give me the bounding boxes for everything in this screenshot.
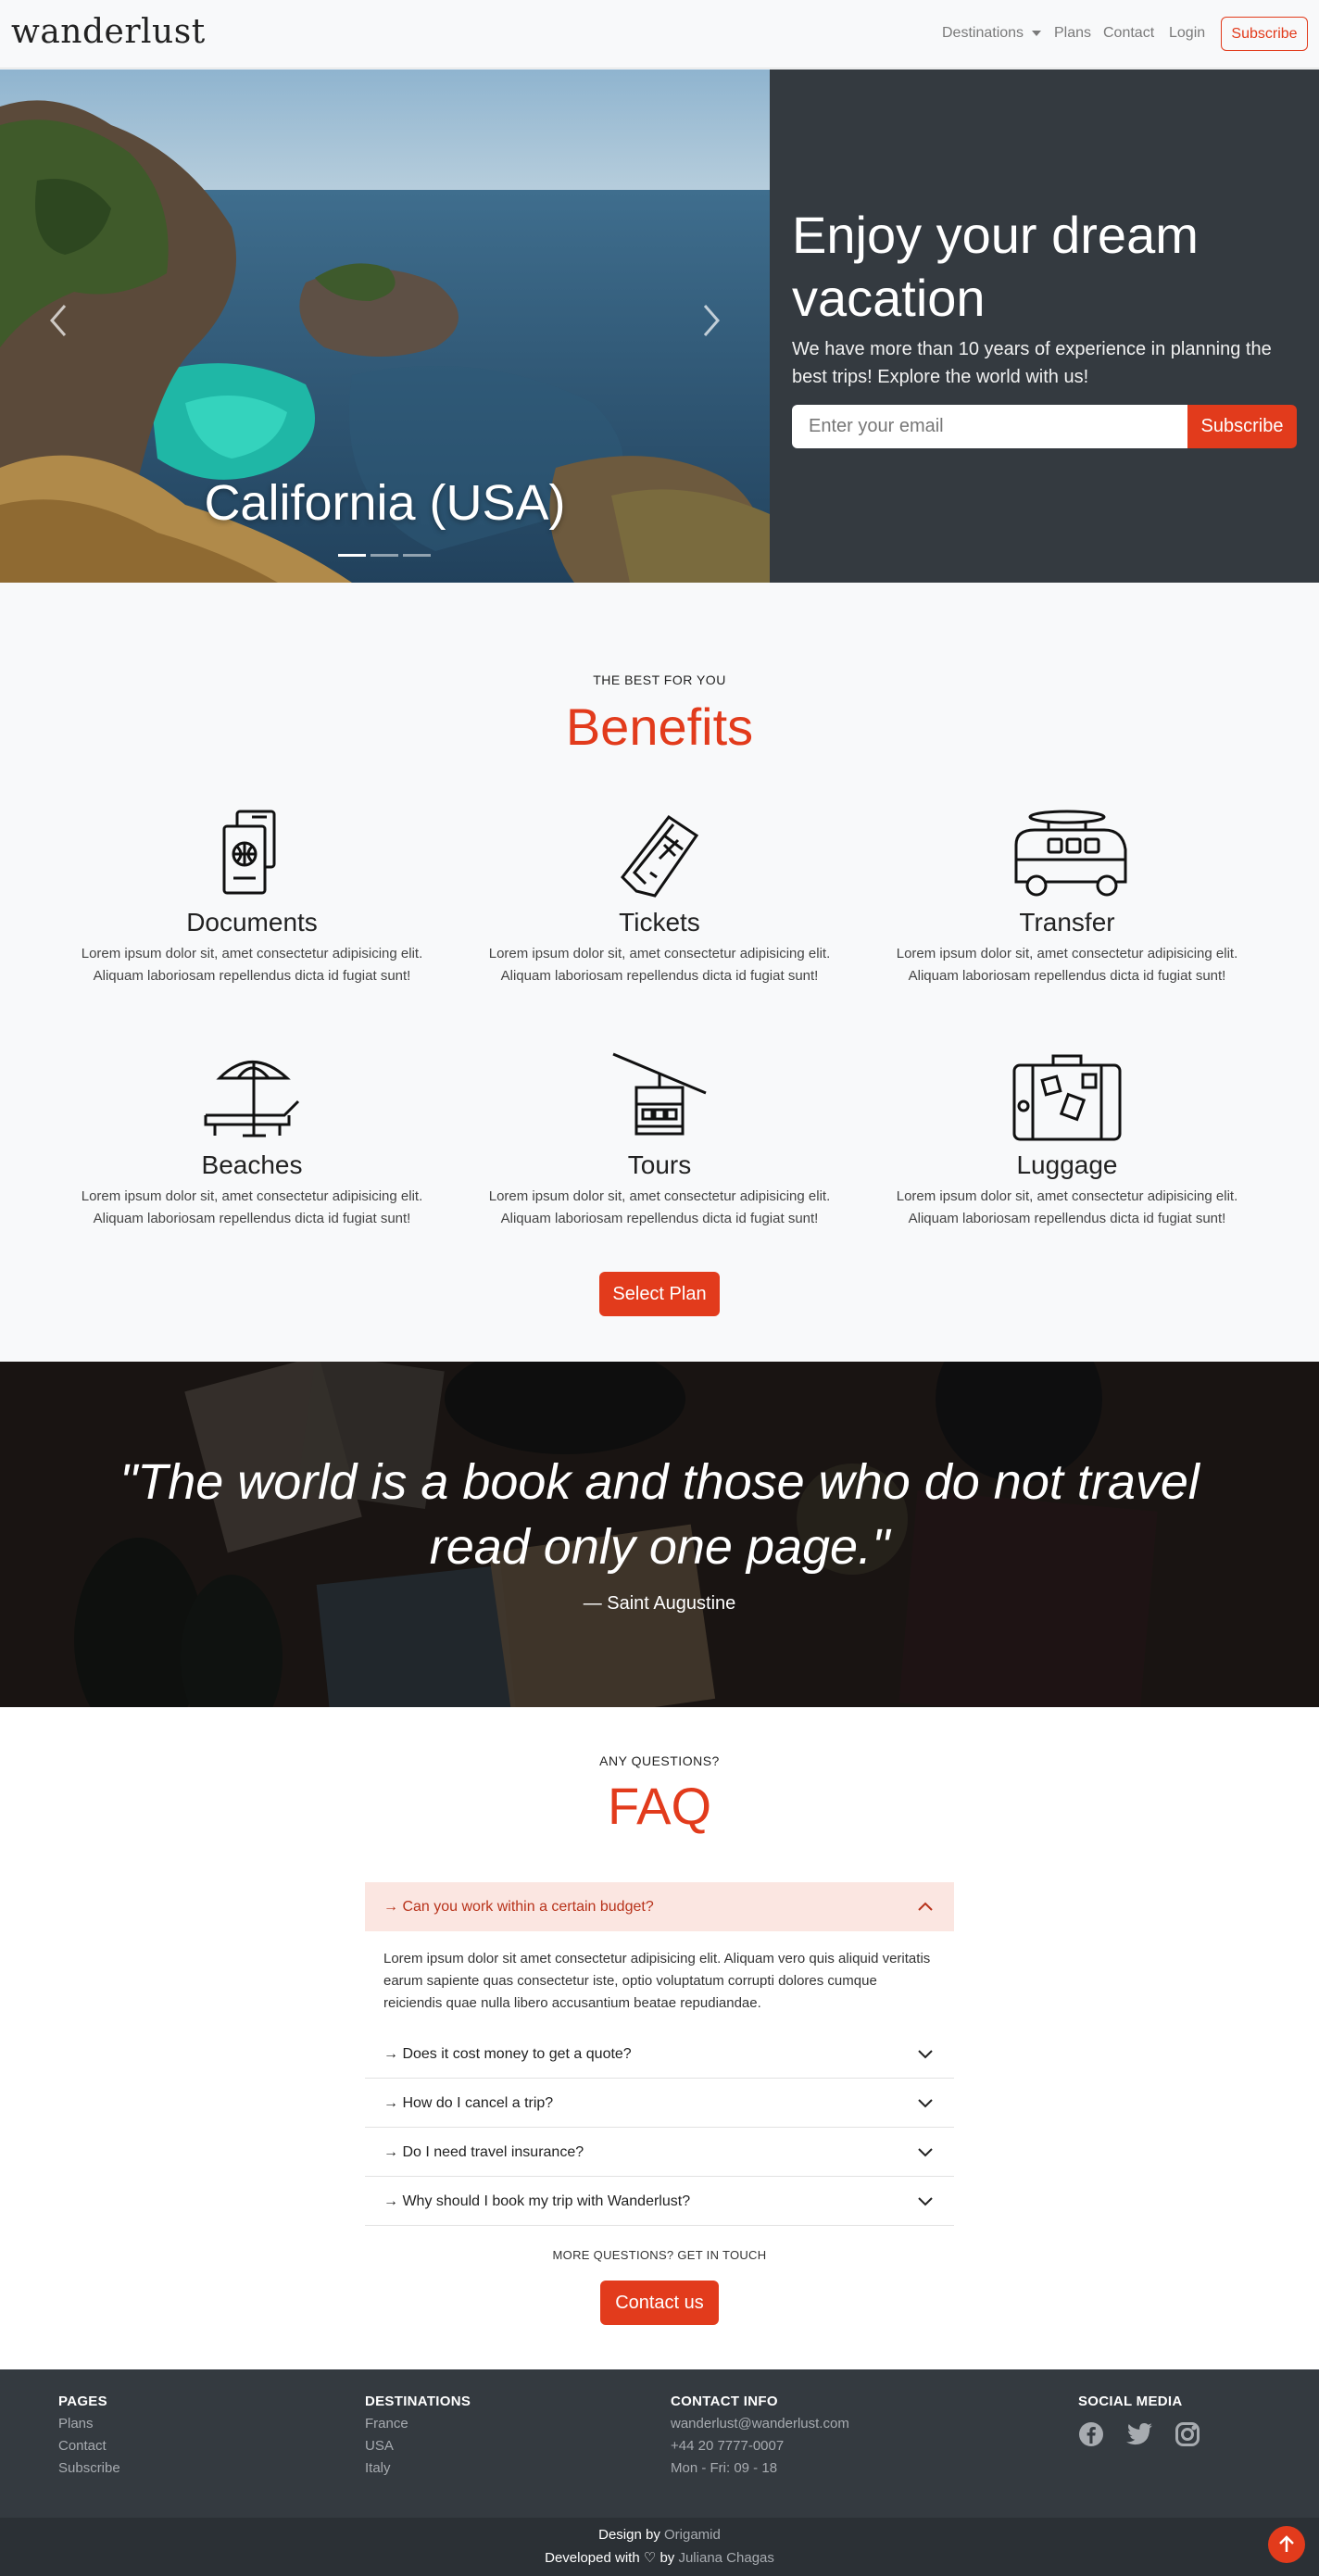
footer-link[interactable]: Italy <box>365 2460 391 2476</box>
faq-eyebrow: ANY QUESTIONS? <box>599 1753 720 1768</box>
footer-contact-heading: CONTACT INFO <box>671 2394 778 2409</box>
benefit-beaches: Beaches Lorem ipsum dolor sit, amet cons… <box>57 1050 446 1230</box>
brand-logo[interactable]: wanderlust <box>11 13 206 51</box>
faq-question: → Can you work within a certain budget? <box>383 1899 654 1915</box>
faq-more-questions: MORE QUESTIONS? GET IN TOUCH <box>552 2248 767 2262</box>
tickets-icon <box>621 814 699 898</box>
chevron-down-icon <box>918 2050 933 2059</box>
benefit-luggage: Luggage Lorem ipsum dolor sit, amet cons… <box>873 1050 1262 1230</box>
nav-plans[interactable]: Plans <box>1054 25 1091 42</box>
benefit-title: Luggage <box>1016 1150 1118 1179</box>
footer-email[interactable]: wanderlust@wanderlust.com <box>671 2416 849 2431</box>
carousel-indicator[interactable] <box>371 554 398 557</box>
faq-answer: Lorem ipsum dolor sit amet consectetur a… <box>365 1931 954 2032</box>
faq-question: → Does it cost money to get a quote? <box>383 2046 632 2062</box>
faq-item[interactable]: → Why should I book my trip with Wanderl… <box>365 2177 954 2226</box>
caret-down-icon <box>1031 30 1041 36</box>
contact-us-button[interactable]: Contact us <box>600 2281 719 2325</box>
hero-subscribe-button[interactable]: Subscribe <box>1187 405 1297 448</box>
chevron-down-icon <box>918 2099 933 2108</box>
benefit-transfer: Transfer Lorem ipsum dolor sit, amet con… <box>873 808 1262 987</box>
benefits-title: Benefits <box>565 697 754 756</box>
faq-item[interactable]: → How do I cancel a trip? <box>365 2079 954 2128</box>
faq-item[interactable]: → Do I need travel insurance? <box>365 2128 954 2177</box>
carousel-indicator[interactable] <box>338 554 366 557</box>
benefit-tours: Tours Lorem ipsum dolor sit, amet consec… <box>465 1050 854 1230</box>
hero-description: We have more than 10 years of experience… <box>792 339 1272 387</box>
email-input[interactable] <box>792 405 1187 448</box>
passport-icon <box>222 810 276 895</box>
benefit-text: Lorem ipsum dolor sit, amet consectetur … <box>896 946 1238 984</box>
carousel-prev-button[interactable] <box>48 302 69 348</box>
footer-link[interactable]: Plans <box>58 2416 94 2431</box>
twitter-icon <box>1126 2423 1152 2445</box>
faq-item[interactable]: → Does it cost money to get a quote? <box>365 2029 954 2079</box>
van-icon <box>1014 810 1127 897</box>
beach-umbrella-icon <box>204 1061 300 1137</box>
quote-author: — Saint Augustine <box>583 1593 736 1614</box>
quote-text: "The world is a book and those who do no… <box>119 1454 1200 1575</box>
design-by-label: Design by <box>598 2527 660 2543</box>
nav-subscribe-button[interactable]: Subscribe <box>1221 17 1308 51</box>
instagram-link[interactable] <box>1175 2421 1200 2452</box>
benefit-title: Tours <box>627 1150 692 1179</box>
developer-credit: Developed with ♡ by Juliana Chagas <box>0 2549 1319 2566</box>
benefits-eyebrow: THE BEST FOR YOU <box>593 672 726 687</box>
benefit-text: Lorem ipsum dolor sit, amet consectetur … <box>81 1188 423 1226</box>
back-to-top-button[interactable] <box>1268 2526 1305 2563</box>
nav-destinations-label: Destinations <box>942 25 1024 41</box>
footer-phone: +44 20 7777-0007 <box>671 2438 785 2454</box>
chevron-up-icon <box>918 1902 933 1911</box>
benefit-title: Transfer <box>1019 908 1115 936</box>
chevron-left-icon <box>50 305 67 336</box>
chevron-down-icon <box>918 2148 933 2157</box>
carousel-next-button[interactable] <box>701 302 722 348</box>
faq-title: FAQ <box>607 1777 712 1835</box>
footer <box>0 2369 1319 2518</box>
benefit-title: Documents <box>186 908 318 936</box>
benefit-documents: Documents Lorem ipsum dolor sit, amet co… <box>57 808 446 987</box>
design-credit: Design by Origamid <box>0 2527 1319 2543</box>
facebook-link[interactable] <box>1078 2421 1104 2452</box>
developer-link[interactable]: Juliana Chagas <box>678 2550 773 2566</box>
faq-question: → Why should I book my trip with Wanderl… <box>383 2193 691 2209</box>
carousel-indicator[interactable] <box>403 554 431 557</box>
footer-destinations-heading: DESTINATIONS <box>365 2394 471 2409</box>
suitcase-icon <box>1012 1054 1122 1141</box>
carousel-caption: California (USA) <box>204 475 566 531</box>
benefit-text: Lorem ipsum dolor sit, amet consectetur … <box>488 1188 831 1226</box>
cable-car-icon <box>612 1052 707 1136</box>
hero-title: Enjoy your dream vacation <box>792 206 1199 327</box>
instagram-icon <box>1175 2422 1200 2446</box>
arrow-up-icon <box>1279 2535 1294 2552</box>
nav-contact[interactable]: Contact <box>1103 25 1154 42</box>
select-plan-button[interactable]: Select Plan <box>599 1272 720 1316</box>
benefit-title: Beaches <box>201 1150 303 1179</box>
benefit-text: Lorem ipsum dolor sit, amet consectetur … <box>488 946 831 984</box>
footer-link[interactable]: Subscribe <box>58 2460 120 2476</box>
origamid-link[interactable]: Origamid <box>664 2527 721 2543</box>
benefit-title: Tickets <box>619 908 700 936</box>
nav-login[interactable]: Login <box>1169 25 1205 42</box>
benefit-tickets: Tickets Lorem ipsum dolor sit, amet cons… <box>465 808 854 987</box>
chevron-right-icon <box>703 305 720 336</box>
benefit-text: Lorem ipsum dolor sit, amet consectetur … <box>81 946 423 984</box>
chevron-down-icon <box>918 2197 933 2206</box>
developed-with-label: Developed with ♡ by <box>545 2550 675 2566</box>
faq-question: → How do I cancel a trip? <box>383 2095 554 2111</box>
faq-item-open[interactable]: → Can you work within a certain budget? <box>365 1882 954 1931</box>
facebook-icon <box>1079 2422 1103 2446</box>
footer-social-heading: SOCIAL MEDIA <box>1078 2394 1183 2409</box>
footer-pages-heading: PAGES <box>58 2394 107 2409</box>
faq-question: → Do I need travel insurance? <box>383 2144 584 2160</box>
footer-link[interactable]: USA <box>365 2438 394 2454</box>
nav-destinations-dropdown[interactable]: Destinations <box>942 25 1041 42</box>
benefit-text: Lorem ipsum dolor sit, amet consectetur … <box>896 1188 1238 1226</box>
footer-hours: Mon - Fri: 09 - 18 <box>671 2460 778 2476</box>
twitter-link[interactable] <box>1125 2422 1153 2451</box>
footer-link[interactable]: France <box>365 2416 408 2431</box>
footer-link[interactable]: Contact <box>58 2438 107 2454</box>
